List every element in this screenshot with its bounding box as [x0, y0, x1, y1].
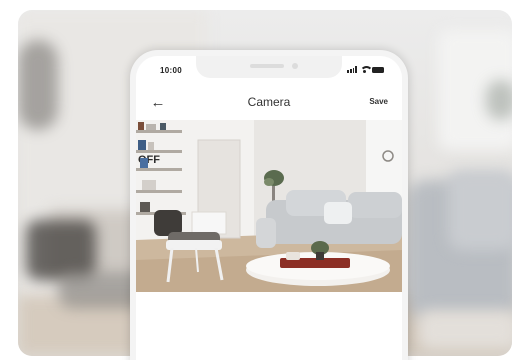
camera-feed-image: OFF	[136, 120, 402, 292]
app-bar: ← Camera Save	[136, 90, 402, 116]
save-button[interactable]: Save	[369, 97, 388, 106]
signal-icon	[347, 66, 357, 73]
status-icons	[347, 66, 384, 73]
battery-icon	[372, 66, 384, 73]
page-title: Camera	[247, 95, 291, 109]
background-chair	[26, 220, 96, 280]
status-bar: 10:00	[136, 56, 402, 88]
speaker-grille	[250, 64, 284, 68]
background-plant	[18, 40, 58, 130]
wifi-icon	[360, 66, 373, 73]
status-time: 10:00	[160, 66, 182, 75]
front-camera	[292, 63, 298, 69]
phone-mockup: 10:00 ← Camera Save OFF	[130, 50, 408, 360]
phone-content-area	[136, 292, 402, 360]
camera-feed-scene: OFF	[136, 120, 402, 292]
background-table	[418, 310, 512, 350]
background-plant-right	[486, 80, 512, 120]
background-sofa-cushion	[448, 170, 512, 250]
phone-notch	[196, 56, 342, 78]
